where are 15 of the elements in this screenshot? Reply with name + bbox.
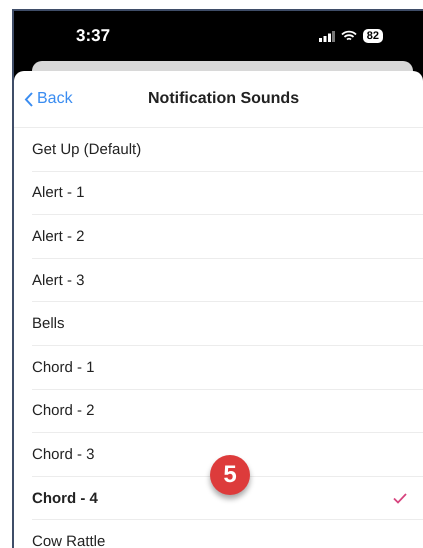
sound-row[interactable]: Alert - 3 [32,258,423,302]
signal-icon [318,30,335,42]
sound-row[interactable]: Alert - 1 [32,172,423,216]
sound-row[interactable]: Chord - 1 [32,346,423,390]
sound-row[interactable]: Chord - 2 [32,390,423,434]
nav-title: Notification Sounds [148,90,300,108]
sound-row[interactable]: Bells [32,302,423,346]
checkmark-icon [393,492,407,504]
sound-row[interactable]: Cow Rattle [32,520,423,548]
chevron-left-icon [24,92,33,106]
wifi-icon [340,30,357,42]
sound-row[interactable]: Get Up (Default) [32,128,423,172]
status-time: 3:37 [76,26,110,46]
battery-level: 82 [362,29,383,43]
sound-row[interactable]: Alert - 2 [32,215,423,259]
